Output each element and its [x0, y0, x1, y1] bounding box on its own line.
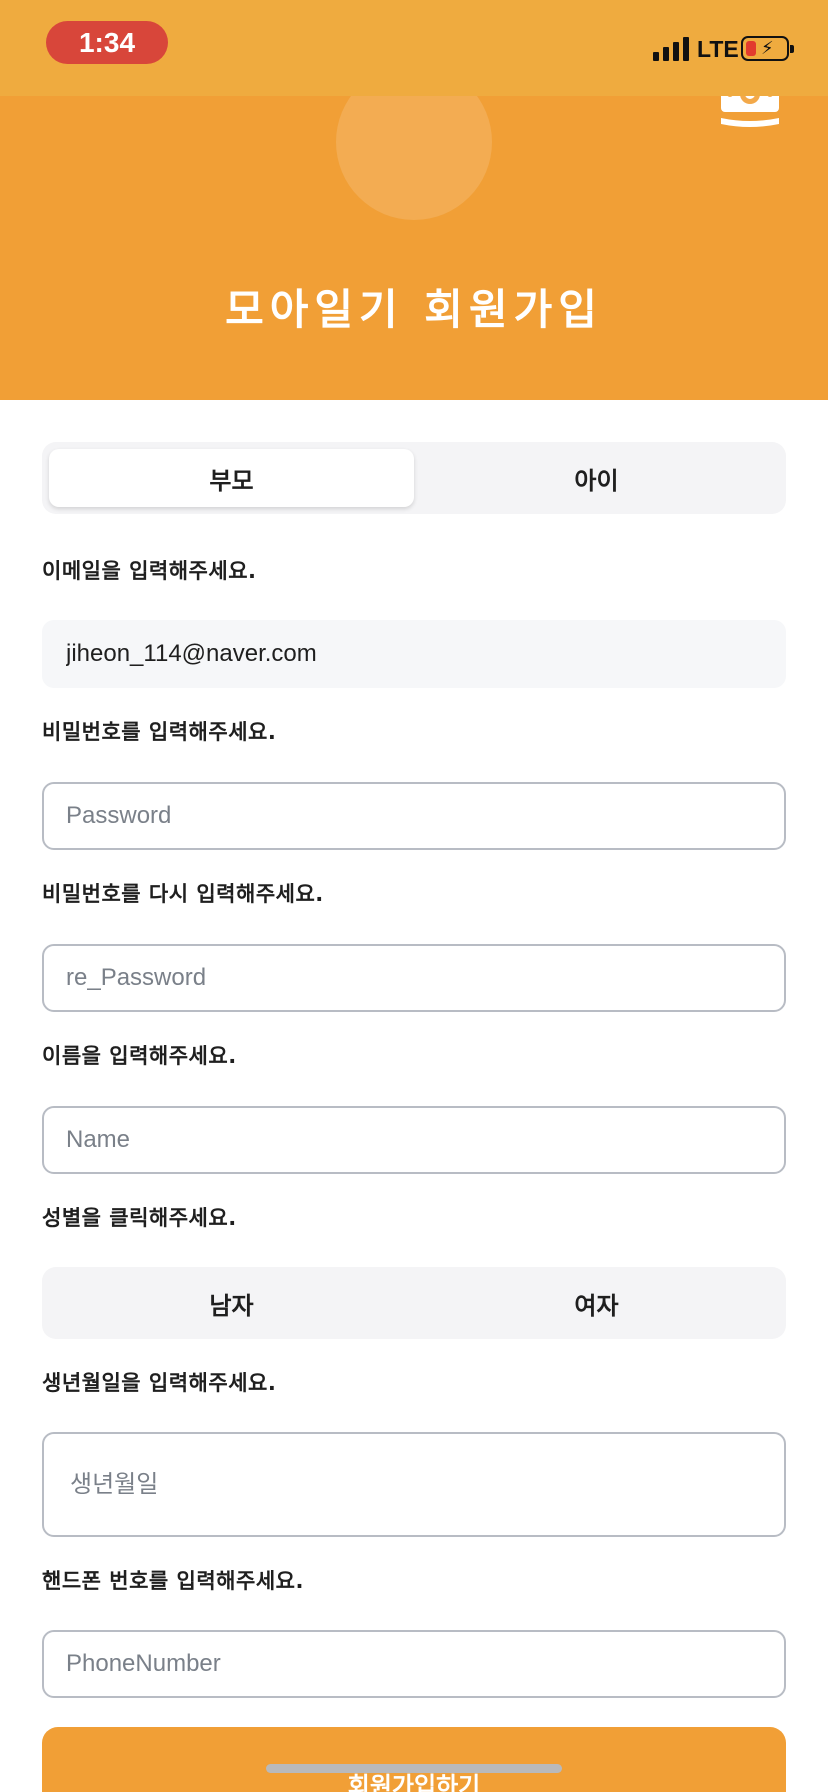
money-bill-icon — [721, 96, 779, 127]
page-title: 모아일기 회원가입 — [225, 285, 603, 334]
logo-circle — [336, 96, 779, 220]
gender-option-female[interactable]: 여자 — [414, 1274, 779, 1332]
tab-parent[interactable]: 부모 — [49, 449, 414, 507]
signal-strength-icon — [653, 37, 689, 61]
gender-label: 성별을 클릭해주세요. — [42, 1206, 237, 1230]
email-field[interactable] — [42, 620, 786, 688]
battery-icon: ⚡ — [741, 36, 794, 61]
signup-button[interactable]: 회원가입하기 — [42, 1727, 786, 1792]
home-indicator — [266, 1764, 562, 1773]
password-field[interactable] — [42, 782, 786, 850]
repassword-field[interactable] — [42, 944, 786, 1012]
name-label: 이름을 입력해주세요. — [42, 1044, 237, 1068]
email-label: 이메일을 입력해주세요. — [42, 559, 257, 583]
phone-field[interactable] — [42, 1630, 786, 1698]
header-banner: 모아일기 회원가입 — [0, 96, 828, 400]
status-time: 1:34 — [46, 21, 168, 64]
role-tabs: 부모 아이 — [42, 442, 786, 514]
birthdate-field[interactable] — [42, 1432, 786, 1537]
status-bar: 1:34 LTE ⚡ — [0, 0, 828, 96]
password-label: 비밀번호를 입력해주세요. — [42, 720, 277, 744]
name-field[interactable] — [42, 1106, 786, 1174]
repassword-label: 비밀번호를 다시 입력해주세요. — [42, 882, 324, 906]
network-type: LTE — [697, 36, 739, 62]
phone-label: 핸드폰 번호를 입력해주세요. — [42, 1569, 304, 1593]
birthdate-label: 생년월일을 입력해주세요. — [42, 1371, 277, 1395]
gender-selector: 남자 여자 — [42, 1267, 786, 1339]
gender-option-male[interactable]: 남자 — [49, 1274, 414, 1332]
tab-child[interactable]: 아이 — [414, 449, 779, 507]
